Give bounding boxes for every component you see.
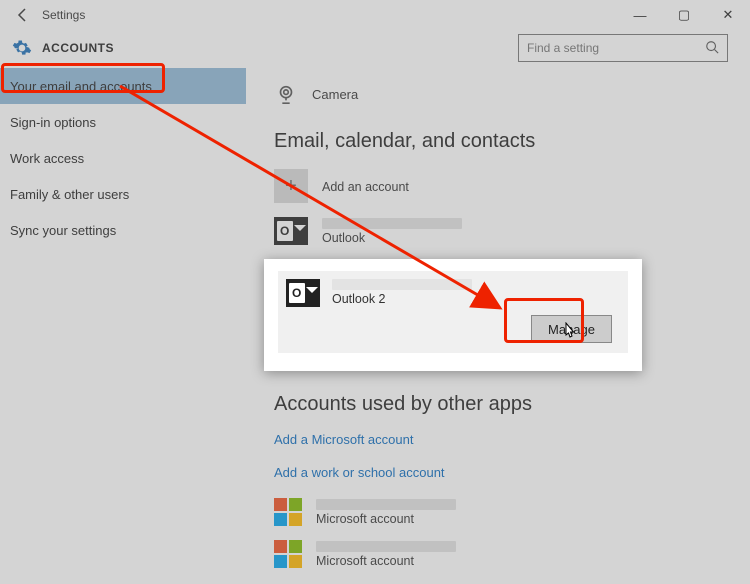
account-label: Microsoft account bbox=[316, 554, 456, 568]
manage-label: Manage bbox=[548, 322, 595, 337]
add-ms-account-link[interactable]: Add a Microsoft account bbox=[274, 432, 726, 447]
sidebar-item-label: Family & other users bbox=[10, 187, 129, 202]
sidebar-item-label: Your email and accounts bbox=[10, 79, 152, 94]
minimize-button[interactable]: — bbox=[618, 0, 662, 30]
search-input[interactable] bbox=[527, 41, 697, 55]
page-title: ACCOUNTS bbox=[42, 41, 114, 55]
sidebar-item-email-accounts[interactable]: Your email and accounts bbox=[0, 68, 246, 104]
add-account-label: Add an account bbox=[322, 180, 409, 194]
account-provider: Outlook 2 bbox=[332, 292, 472, 306]
add-account-button[interactable]: + Add an account bbox=[274, 169, 726, 203]
add-work-account-link[interactable]: Add a work or school account bbox=[274, 465, 726, 480]
account-email-redacted bbox=[316, 541, 456, 552]
search-icon bbox=[705, 40, 719, 57]
ms-account-item[interactable]: Microsoft account bbox=[274, 540, 726, 568]
microsoft-logo-icon bbox=[274, 540, 302, 568]
sidebar-item-family-users[interactable]: Family & other users bbox=[0, 176, 246, 212]
camera-label: Camera bbox=[312, 87, 358, 102]
plus-icon: + bbox=[274, 169, 308, 203]
titlebar: Settings — ▢ ✕ bbox=[0, 0, 750, 30]
back-button[interactable] bbox=[8, 0, 38, 30]
maximize-button[interactable]: ▢ bbox=[662, 0, 706, 30]
email-account-item-selected[interactable]: O Outlook 2 Manage bbox=[278, 271, 628, 353]
outlook-icon: O bbox=[286, 279, 320, 307]
account-email-redacted bbox=[316, 499, 456, 510]
close-button[interactable]: ✕ bbox=[706, 0, 750, 30]
email-account-item[interactable]: O Outlook bbox=[274, 217, 726, 245]
sidebar-item-signin-options[interactable]: Sign-in options bbox=[0, 104, 246, 140]
window-controls: — ▢ ✕ bbox=[618, 0, 750, 30]
microsoft-logo-icon bbox=[274, 498, 302, 526]
camera-icon bbox=[274, 82, 298, 106]
account-email-redacted bbox=[332, 279, 472, 290]
account-provider: Outlook bbox=[322, 231, 462, 245]
account-label: Microsoft account bbox=[316, 512, 456, 526]
content: Camera Email, calendar, and contacts + A… bbox=[246, 66, 750, 584]
manage-button[interactable]: Manage bbox=[531, 315, 612, 343]
account-email-redacted bbox=[322, 218, 462, 229]
window-title: Settings bbox=[42, 8, 85, 22]
sidebar-item-sync-settings[interactable]: Sync your settings bbox=[0, 212, 246, 248]
section-other-header: Accounts used by other apps bbox=[274, 393, 726, 416]
sidebar-item-label: Sync your settings bbox=[10, 223, 116, 238]
sidebar: Your email and accounts Sign-in options … bbox=[0, 66, 246, 584]
sidebar-item-label: Sign-in options bbox=[10, 115, 96, 130]
ms-account-item[interactable]: Microsoft account bbox=[274, 498, 726, 526]
header: ACCOUNTS bbox=[0, 30, 750, 66]
gear-icon bbox=[12, 38, 32, 58]
sidebar-item-label: Work access bbox=[10, 151, 84, 166]
section-email-header: Email, calendar, and contacts bbox=[274, 130, 726, 153]
selected-account-card: O Outlook 2 Manage bbox=[264, 259, 642, 371]
sidebar-item-work-access[interactable]: Work access bbox=[0, 140, 246, 176]
camera-row[interactable]: Camera bbox=[274, 82, 726, 106]
search-box[interactable] bbox=[518, 34, 728, 62]
outlook-icon: O bbox=[274, 217, 308, 245]
